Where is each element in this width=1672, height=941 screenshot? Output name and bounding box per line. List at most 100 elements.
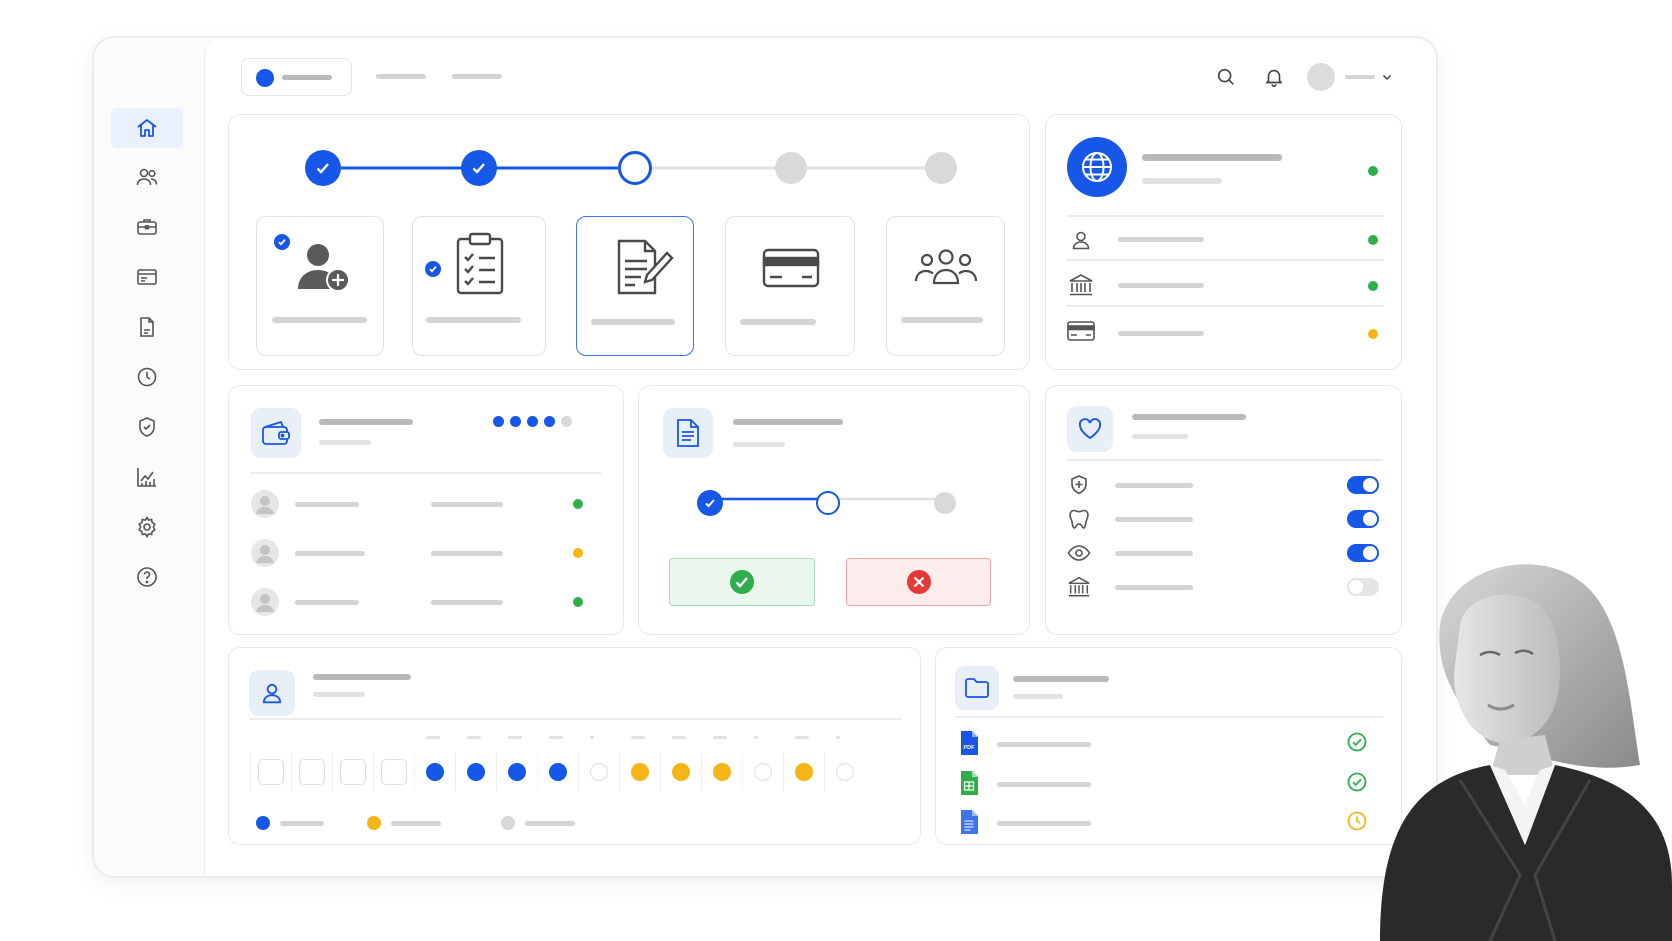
eye-icon bbox=[1067, 545, 1091, 561]
schedule-cell[interactable] bbox=[332, 752, 372, 792]
sidebar-item-documents[interactable] bbox=[111, 307, 183, 347]
schedule-cell[interactable] bbox=[742, 752, 782, 792]
approve-button[interactable] bbox=[669, 558, 815, 606]
sidebar-item-help[interactable] bbox=[111, 557, 183, 597]
wallet-progress-dots bbox=[493, 414, 577, 428]
schedule-cell[interactable] bbox=[496, 752, 536, 792]
file-row[interactable]: PDF bbox=[955, 726, 1383, 762]
step-node-4[interactable] bbox=[775, 152, 807, 184]
schedule-cell[interactable] bbox=[578, 752, 618, 792]
check-icon bbox=[705, 499, 715, 508]
sheet-file-icon bbox=[961, 771, 978, 795]
list-item[interactable] bbox=[251, 586, 601, 620]
schedule-cell[interactable] bbox=[824, 752, 864, 792]
step-card-checklist[interactable] bbox=[412, 216, 546, 356]
sidebar-item-users[interactable] bbox=[111, 157, 183, 197]
approval-step-2-current[interactable] bbox=[816, 491, 840, 515]
sidebar-item-history[interactable] bbox=[111, 357, 183, 397]
wallet-title-placeholder bbox=[319, 419, 413, 425]
status-dot bbox=[573, 499, 583, 509]
schedule-column-label bbox=[467, 736, 481, 739]
orange-marker bbox=[794, 763, 813, 781]
step-node-2[interactable] bbox=[461, 150, 497, 186]
step-card-team[interactable] bbox=[886, 216, 1005, 356]
benefit-row-placeholder bbox=[1115, 551, 1193, 556]
doc-file-icon bbox=[961, 810, 978, 834]
bell-icon[interactable] bbox=[1263, 66, 1285, 88]
sidebar-item-reports[interactable] bbox=[111, 457, 183, 497]
x-circle-icon bbox=[906, 570, 931, 594]
schedule-column-label bbox=[754, 736, 758, 739]
empty-marker bbox=[835, 763, 854, 781]
progress-dot bbox=[561, 416, 572, 427]
shield-plus-icon bbox=[1071, 475, 1087, 495]
brand-name-placeholder bbox=[282, 75, 332, 80]
sidebar-item-home[interactable] bbox=[111, 108, 183, 148]
schedule-column-label bbox=[631, 736, 645, 739]
person-icon bbox=[1072, 231, 1090, 250]
benefit-toggle-dental[interactable] bbox=[1347, 510, 1379, 528]
svg-text:PDF: PDF bbox=[964, 745, 976, 751]
empty-marker bbox=[589, 763, 608, 781]
row-value-placeholder bbox=[431, 600, 503, 605]
nav-link-1[interactable] bbox=[376, 74, 426, 79]
approval-step-1[interactable] bbox=[697, 490, 723, 516]
sidebar-item-jobs[interactable] bbox=[111, 207, 183, 247]
search-icon[interactable] bbox=[1215, 66, 1237, 88]
tooth-icon bbox=[1069, 509, 1089, 529]
step-node-5[interactable] bbox=[925, 152, 957, 184]
list-item[interactable] bbox=[251, 537, 601, 571]
blue-marker bbox=[548, 763, 567, 781]
benefit-toggle-health[interactable] bbox=[1347, 476, 1379, 494]
avatar bbox=[251, 588, 279, 616]
step-card-contract[interactable] bbox=[576, 216, 694, 356]
home-icon bbox=[137, 119, 157, 137]
file-row[interactable] bbox=[955, 805, 1383, 841]
file-name-placeholder bbox=[997, 782, 1091, 787]
schedule-cell[interactable] bbox=[414, 752, 454, 792]
progress-dot bbox=[527, 416, 538, 427]
document-icon bbox=[140, 317, 154, 337]
wallet-card bbox=[228, 385, 624, 635]
orange-marker bbox=[712, 763, 731, 781]
sidebar-item-settings[interactable] bbox=[111, 507, 183, 547]
folder-icon bbox=[965, 678, 989, 698]
step-node-1[interactable] bbox=[305, 150, 341, 186]
schedule-cell[interactable] bbox=[455, 752, 495, 792]
document-sign-icon bbox=[617, 239, 674, 295]
step-card-payment[interactable] bbox=[725, 216, 855, 356]
list-item[interactable] bbox=[251, 488, 601, 522]
schedule-column-label bbox=[713, 736, 727, 739]
sidebar-item-compliance[interactable] bbox=[111, 407, 183, 447]
step-card-account[interactable] bbox=[256, 216, 384, 356]
status-dot bbox=[573, 548, 583, 558]
wallet-subtitle-placeholder bbox=[319, 440, 371, 445]
file-row[interactable] bbox=[955, 766, 1383, 802]
status-dot bbox=[1368, 166, 1378, 176]
sidebar-item-payments[interactable] bbox=[111, 257, 183, 297]
schedule-cell[interactable] bbox=[250, 752, 290, 792]
schedule-cell[interactable] bbox=[660, 752, 700, 792]
step-node-3-current[interactable] bbox=[618, 151, 652, 185]
gear-icon bbox=[138, 515, 156, 539]
schedule-column-label bbox=[590, 736, 594, 739]
check-circle-icon bbox=[730, 570, 754, 594]
clipboard-checklist-icon bbox=[456, 232, 504, 295]
reject-button[interactable] bbox=[846, 558, 991, 606]
approval-step-3[interactable] bbox=[934, 492, 956, 514]
nav-link-2[interactable] bbox=[452, 74, 502, 79]
progress-dot bbox=[493, 416, 504, 427]
files-card: PDF bbox=[935, 647, 1402, 845]
completed-badge bbox=[425, 261, 441, 277]
chevron-down-icon[interactable] bbox=[1381, 71, 1393, 83]
profile-row-placeholder bbox=[1118, 331, 1204, 336]
schedule-cell[interactable] bbox=[291, 752, 331, 792]
schedule-cell[interactable] bbox=[373, 752, 413, 792]
schedule-cell[interactable] bbox=[701, 752, 741, 792]
avatar[interactable] bbox=[1307, 63, 1335, 91]
schedule-cell[interactable] bbox=[537, 752, 577, 792]
person-icon bbox=[262, 683, 282, 704]
schedule-cell[interactable] bbox=[783, 752, 823, 792]
brand-pill[interactable] bbox=[241, 58, 352, 96]
schedule-cell[interactable] bbox=[619, 752, 659, 792]
